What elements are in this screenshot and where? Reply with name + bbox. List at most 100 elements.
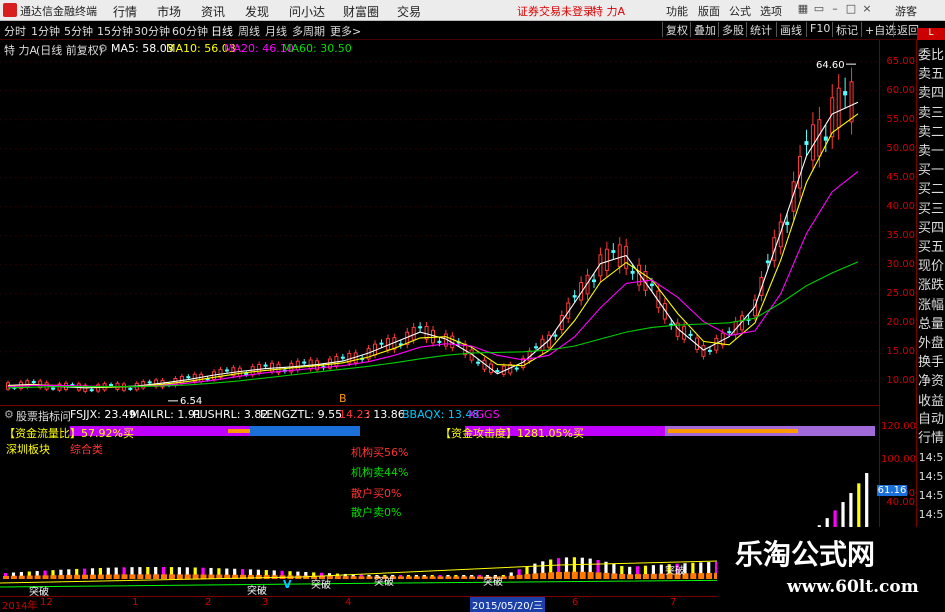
side-panel-item[interactable]: 换手 xyxy=(917,353,945,372)
candle-body xyxy=(804,141,809,145)
side-panel-item[interactable]: 涨幅 xyxy=(917,296,945,315)
side-panel-item[interactable]: 卖五 xyxy=(917,65,945,84)
period-15min[interactable]: 15分钟 xyxy=(97,23,133,39)
side-panel-lower-item[interactable]: 14:5 xyxy=(917,467,945,486)
indicator-area xyxy=(532,573,539,579)
maximize-icon[interactable]: □ xyxy=(844,2,858,16)
tool-f10[interactable]: F10 xyxy=(806,22,833,37)
side-panel-item[interactable]: 净资 xyxy=(917,372,945,391)
side-panel-item[interactable]: 涨跌 xyxy=(917,276,945,295)
candle-body xyxy=(843,91,848,96)
menu-jiaoyi[interactable]: 交易 xyxy=(397,3,421,20)
indicator-area xyxy=(121,574,128,579)
tool-diejia[interactable]: 叠加 xyxy=(690,22,719,37)
period-5min[interactable]: 5分钟 xyxy=(64,23,93,39)
indicator-area xyxy=(698,573,705,579)
indicator-area xyxy=(556,571,562,579)
indicator-area xyxy=(619,574,626,579)
side-panel-item[interactable]: 买五 xyxy=(917,238,945,257)
guest-label[interactable]: 游客 xyxy=(895,3,917,19)
tool-biaoji[interactable]: 标记 xyxy=(832,22,861,37)
high-annotation: 64.60 xyxy=(816,60,845,71)
menu-faxian[interactable]: 发现 xyxy=(245,3,269,20)
indicator-area xyxy=(461,576,468,579)
side-panel-lower-item[interactable]: 自动 xyxy=(917,410,945,429)
menu-xuanxiang[interactable]: 选项 xyxy=(760,3,782,19)
flow-ratio-marker xyxy=(228,429,250,433)
menu-hangqing[interactable]: 行情 xyxy=(113,3,137,20)
price-axis-label: 50.00 xyxy=(886,142,915,154)
side-panel-item[interactable]: 总量 xyxy=(917,315,945,334)
period-daily[interactable]: 日线 xyxy=(211,23,233,39)
tool-huaxian[interactable]: 画线 xyxy=(776,22,805,37)
side-panel-item[interactable]: 卖一 xyxy=(917,142,945,161)
price-axis-label: 35.00 xyxy=(886,229,915,241)
side-panel-item[interactable]: 外盘 xyxy=(917,334,945,353)
l-button[interactable]: L xyxy=(917,28,945,40)
period-60min[interactable]: 60分钟 xyxy=(172,23,208,39)
period-fenshi[interactable]: 分时 xyxy=(4,23,26,39)
menu-banmian[interactable]: 版面 xyxy=(698,3,720,19)
indicator-settings-icon[interactable]: ⚙ xyxy=(4,408,14,421)
side-panel-item[interactable]: 买四 xyxy=(917,219,945,238)
price-chart[interactable]: 64.60 6.54 B xyxy=(0,56,878,404)
candle-body xyxy=(836,87,841,128)
menu-gongneng[interactable]: 功能 xyxy=(666,3,688,19)
indicator-area xyxy=(398,576,404,579)
candle-body xyxy=(147,381,152,384)
candle-body xyxy=(224,369,229,372)
breakout-label: 突破 xyxy=(29,587,49,598)
menu-wenxiaoda[interactable]: 问小达 xyxy=(289,3,325,20)
period-monthly[interactable]: 月线 xyxy=(265,23,287,39)
minimize-icon[interactable]: – xyxy=(828,2,842,16)
period-weekly[interactable]: 周线 xyxy=(238,23,260,39)
side-panel-item[interactable]: 买三 xyxy=(917,200,945,219)
indicator-area xyxy=(350,576,357,579)
side-panel-lower-item[interactable]: 行情 xyxy=(917,429,945,448)
indicator-area xyxy=(595,572,602,579)
grid-icon[interactable]: ▦ xyxy=(796,2,810,16)
side-panel-item[interactable]: 买二 xyxy=(917,180,945,199)
side-panel-lower-item[interactable]: 14:5 xyxy=(917,448,945,467)
indicator-area xyxy=(129,574,136,579)
tool-tongji[interactable]: 统计 xyxy=(746,22,775,37)
indicator-area xyxy=(627,574,634,579)
indicator-area xyxy=(113,574,120,579)
ma-line-ma60 xyxy=(7,261,859,389)
period-multi[interactable]: 多周期 xyxy=(292,23,325,39)
menu-caifuquan[interactable]: 财富圈 xyxy=(343,3,379,20)
side-panel-item[interactable]: 卖三 xyxy=(917,104,945,123)
close-icon[interactable]: × xyxy=(860,2,874,16)
date-label: 6 xyxy=(572,597,579,608)
indicator-area xyxy=(168,574,175,579)
period-30min[interactable]: 30分钟 xyxy=(134,23,170,39)
side-panel-item[interactable]: 收益 xyxy=(917,392,945,411)
settings-icon[interactable]: ⚙ xyxy=(98,42,108,55)
ind-axis-40: 40.00 xyxy=(886,497,915,508)
side-panel-item[interactable]: 卖二 xyxy=(917,123,945,142)
side-panel-item[interactable]: 现价 xyxy=(917,257,945,276)
side-panel-lower-item[interactable]: 14:5 xyxy=(917,486,945,505)
login-status[interactable]: 证券交易未登录 xyxy=(517,3,594,19)
monitor-icon[interactable]: ▭ xyxy=(812,2,826,16)
menu-zixun[interactable]: 资讯 xyxy=(201,3,225,20)
app-logo-icon xyxy=(3,3,17,17)
tool-duogu[interactable]: 多股 xyxy=(718,22,747,37)
tool-fuquan[interactable]: 复权 xyxy=(662,22,691,37)
ind-current-value: 61.16 xyxy=(877,485,907,496)
side-panel-item[interactable]: 卖四 xyxy=(917,84,945,103)
indicator-area xyxy=(587,572,594,579)
candle-body xyxy=(649,283,654,287)
side-panel-lower-item[interactable]: 14:5 xyxy=(917,505,945,524)
indicator-area xyxy=(42,575,49,579)
indicator-name[interactable]: 股票指标问 xyxy=(16,408,71,424)
side-panel-item[interactable]: 委比 xyxy=(917,46,945,65)
attack-marker xyxy=(668,429,798,433)
indicator-area xyxy=(421,576,428,579)
period-more[interactable]: 更多> xyxy=(330,23,361,39)
menu-gongshi[interactable]: 公式 xyxy=(729,3,751,19)
axis-divider xyxy=(879,40,880,597)
period-1min[interactable]: 1分钟 xyxy=(31,23,60,39)
side-panel-item[interactable]: 买一 xyxy=(917,161,945,180)
menu-shichang[interactable]: 市场 xyxy=(157,3,181,20)
